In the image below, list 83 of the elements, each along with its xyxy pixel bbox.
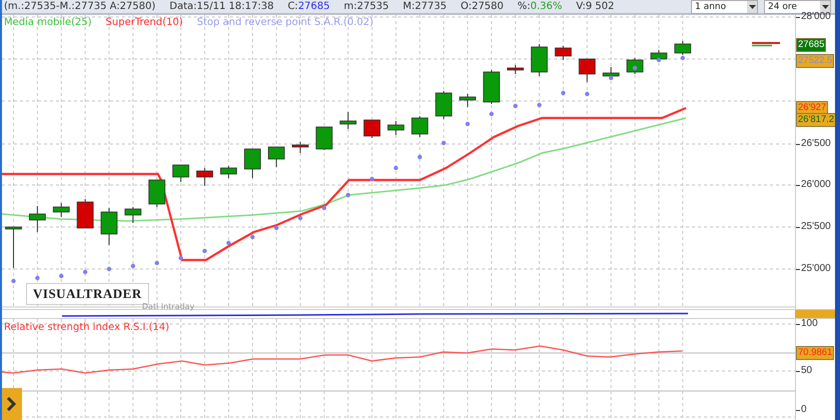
sar-dot (418, 154, 422, 160)
sar-dot (442, 140, 446, 146)
sar-dot (274, 226, 279, 230)
sar-dot (298, 216, 302, 220)
rsi-title: Relative strength index R.S.I.(14) (4, 322, 170, 333)
candlestick (507, 64, 524, 74)
sar-dot (537, 102, 542, 108)
candlestick (148, 180, 166, 208)
sar-dot (632, 66, 638, 70)
quote-stat: O:27580 (460, 0, 504, 12)
sar-dot (370, 176, 374, 182)
candlestick (674, 40, 692, 56)
sar-dot (608, 76, 614, 80)
sar-dot (154, 260, 160, 266)
sar-dot (346, 192, 350, 198)
candlestick (244, 148, 261, 178)
sar-dot (11, 278, 16, 284)
candlestick (124, 206, 142, 224)
price-tag: 27685 (796, 38, 826, 52)
quote-stat: V:9 502 (576, 0, 614, 12)
last-value-marker (752, 42, 780, 46)
caret-icon (747, 0, 757, 12)
price-tag: 26'817.2 (796, 113, 835, 127)
candlestick (100, 208, 118, 246)
indicator-legend: SuperTrend(10) (106, 17, 183, 28)
sar-dot (584, 92, 590, 96)
sar-dot (561, 90, 566, 96)
candlestick (196, 168, 214, 186)
sar-dot (202, 248, 207, 254)
price-tag: 27522.5 (796, 54, 834, 68)
candlestick (76, 198, 94, 228)
candlestick (5, 226, 22, 268)
candlestick (172, 164, 190, 182)
sar-dot (680, 56, 685, 60)
rsi-value-tag: 70.9861 (796, 346, 834, 360)
candlestick (268, 146, 285, 168)
price-range-text: (m.:27535-M.:27735 A:27580) (4, 0, 156, 12)
period-select[interactable]: 24 ore (764, 0, 831, 14)
sar-dot (656, 58, 661, 62)
candlestick (411, 116, 428, 138)
quote-stat: C:27685 (288, 0, 330, 12)
axis-marker (795, 310, 835, 318)
candlestick (578, 58, 596, 82)
sar-dot (250, 234, 255, 240)
candlestick (459, 94, 476, 108)
sar-dot (226, 240, 231, 246)
sar-dot (59, 274, 64, 278)
candlestick (388, 120, 404, 136)
sar-dot (35, 276, 40, 280)
candlestick (626, 58, 644, 74)
indicator-legend: Media mobile(25) (4, 17, 92, 28)
chevron-right-icon (6, 397, 16, 411)
quote-stat: Data:15/11 18:17:38 (170, 0, 274, 12)
quote-stat: m:27535 (344, 0, 389, 12)
candlestick (340, 112, 356, 130)
candlestick (29, 206, 46, 232)
panel-toggle-button[interactable] (2, 388, 22, 420)
quote-stat: M:27735 (402, 0, 447, 12)
candlestick (52, 202, 70, 218)
period-select[interactable]: 1 anno (691, 0, 758, 14)
sar-dot (106, 266, 112, 272)
candlestick (602, 66, 620, 78)
sar-dot (178, 256, 183, 260)
candlestick (554, 46, 572, 60)
sar-dot (465, 122, 470, 126)
sar-dot (489, 112, 494, 116)
candlestick (530, 44, 548, 76)
candlestick (364, 120, 380, 138)
candlestick (292, 142, 309, 154)
quote-stat: %:0.36% (518, 0, 562, 12)
candlestick (316, 126, 333, 150)
sar-dot (322, 206, 326, 210)
caret-icon (820, 0, 830, 12)
sar-dot (394, 166, 398, 170)
candlestick (220, 166, 237, 178)
candlestick (650, 50, 668, 62)
candlestick (483, 70, 500, 104)
candlestick (435, 90, 452, 120)
sar-dot (513, 104, 518, 108)
sar-dot (83, 270, 88, 274)
data-source-label: Dati Intraday (142, 302, 194, 311)
sar-dot (130, 264, 136, 268)
indicator-legend: Stop and reverse point S.A.R.(0.02) (196, 17, 374, 28)
